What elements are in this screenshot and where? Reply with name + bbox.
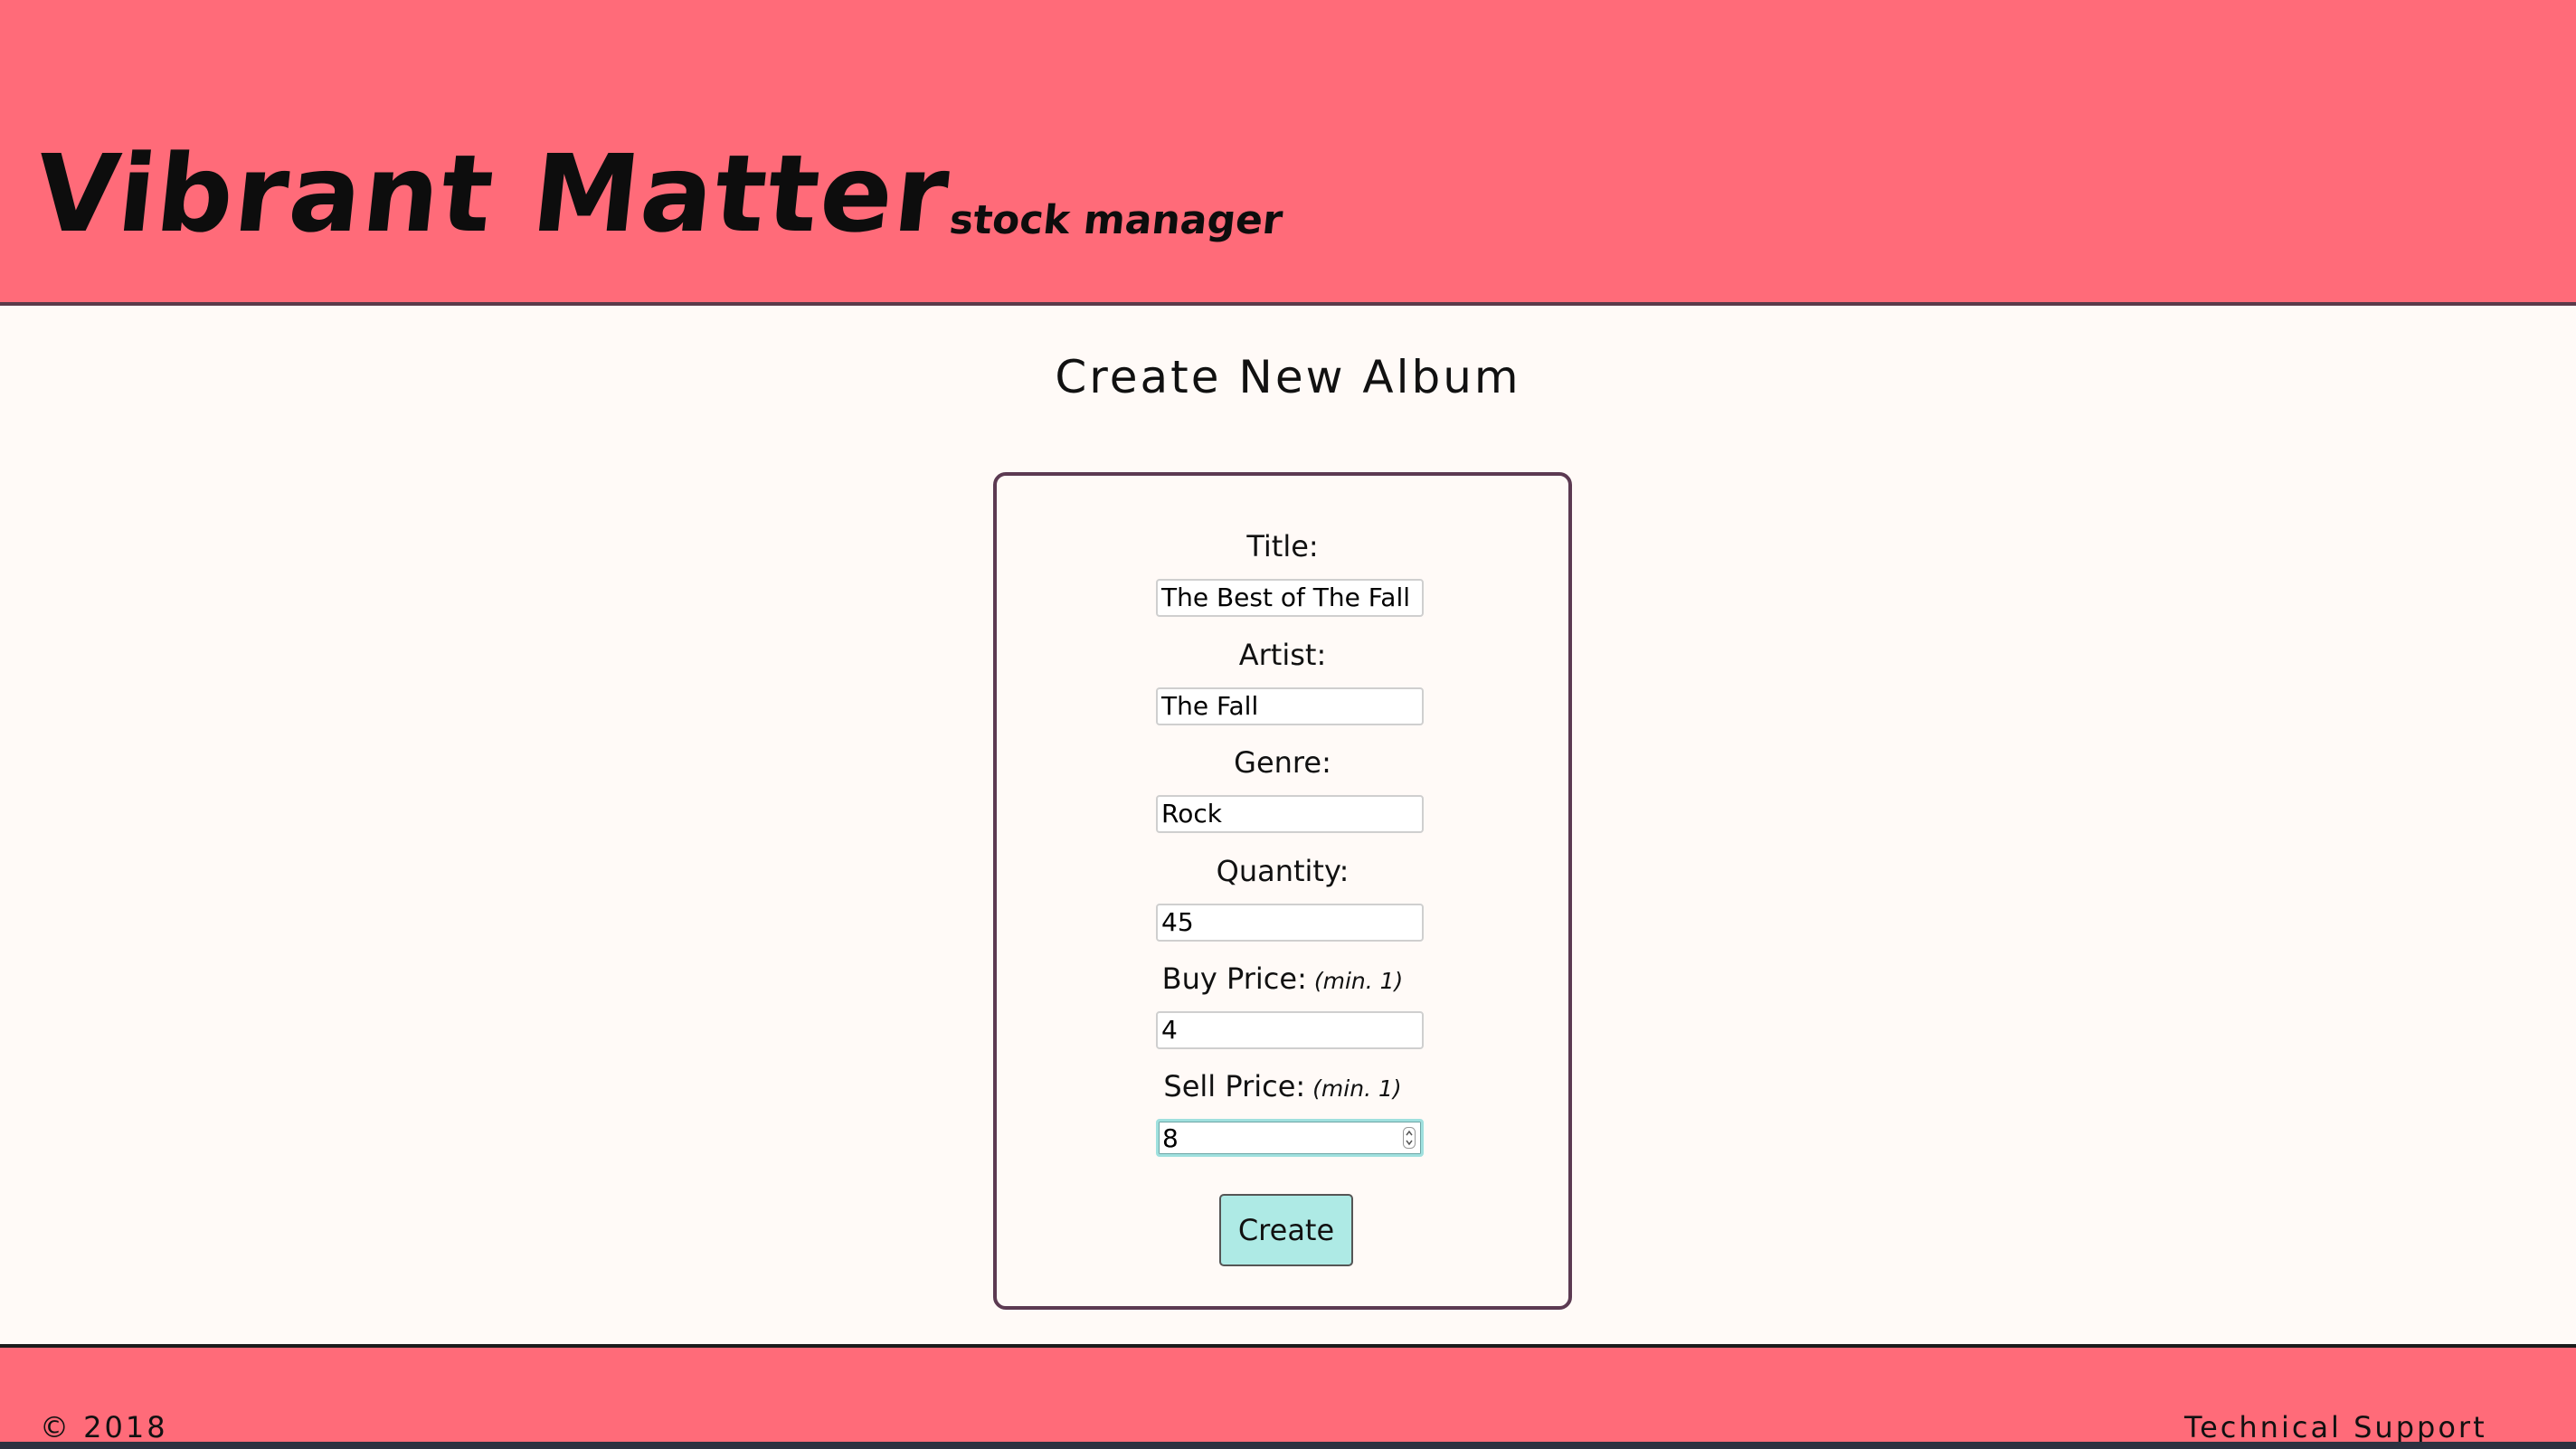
sell-price-label: Sell Price: (min. 1) xyxy=(997,1072,1568,1101)
spinner-arrows-icon[interactable] xyxy=(1403,1127,1416,1149)
buy-price-hint: (min. 1) xyxy=(1313,968,1404,994)
genre-label-text: Genre: xyxy=(1234,745,1331,780)
buy-price-input[interactable]: 4 xyxy=(1156,1011,1424,1049)
buy-price-label-text: Buy Price: xyxy=(1161,961,1307,996)
title-label: Title: xyxy=(997,532,1568,561)
brand-tagline: stock manager xyxy=(947,197,1285,243)
artist-input[interactable]: The Fall xyxy=(1156,687,1424,725)
site-footer: © 2018 Technical Support xyxy=(0,1344,2576,1449)
create-album-form: Title: The Best of The Fall Artist: The … xyxy=(993,472,1572,1310)
quantity-label-text: Quantity: xyxy=(1216,854,1350,888)
page-title: Create New Album xyxy=(1055,351,1521,403)
copyright-text: © 2018 xyxy=(40,1410,168,1444)
sell-price-input[interactable]: 8 xyxy=(1156,1119,1424,1157)
technical-support-link[interactable]: Technical Support xyxy=(2184,1413,2487,1442)
genre-input[interactable]: Rock xyxy=(1156,795,1424,833)
site-header: Vibrant Matter stock manager xyxy=(0,0,2576,306)
title-input[interactable]: The Best of The Fall xyxy=(1156,579,1424,617)
brand-logo-text[interactable]: Vibrant Matter xyxy=(30,131,956,256)
quantity-label: Quantity: xyxy=(997,857,1568,886)
sell-price-hint: (min. 1) xyxy=(1312,1075,1402,1102)
quantity-input[interactable]: 45 xyxy=(1156,904,1424,942)
sell-price-value: 8 xyxy=(1162,1123,1179,1153)
artist-label: Artist: xyxy=(997,640,1568,669)
title-label-text: Title: xyxy=(1246,529,1319,564)
create-button[interactable]: Create xyxy=(1219,1194,1353,1266)
genre-label: Genre: xyxy=(997,748,1568,777)
sell-price-label-text: Sell Price: xyxy=(1163,1069,1306,1103)
artist-label-text: Artist: xyxy=(1238,638,1327,672)
window-bottom-edge xyxy=(0,1442,2576,1449)
buy-price-label: Buy Price: (min. 1) xyxy=(997,964,1568,993)
